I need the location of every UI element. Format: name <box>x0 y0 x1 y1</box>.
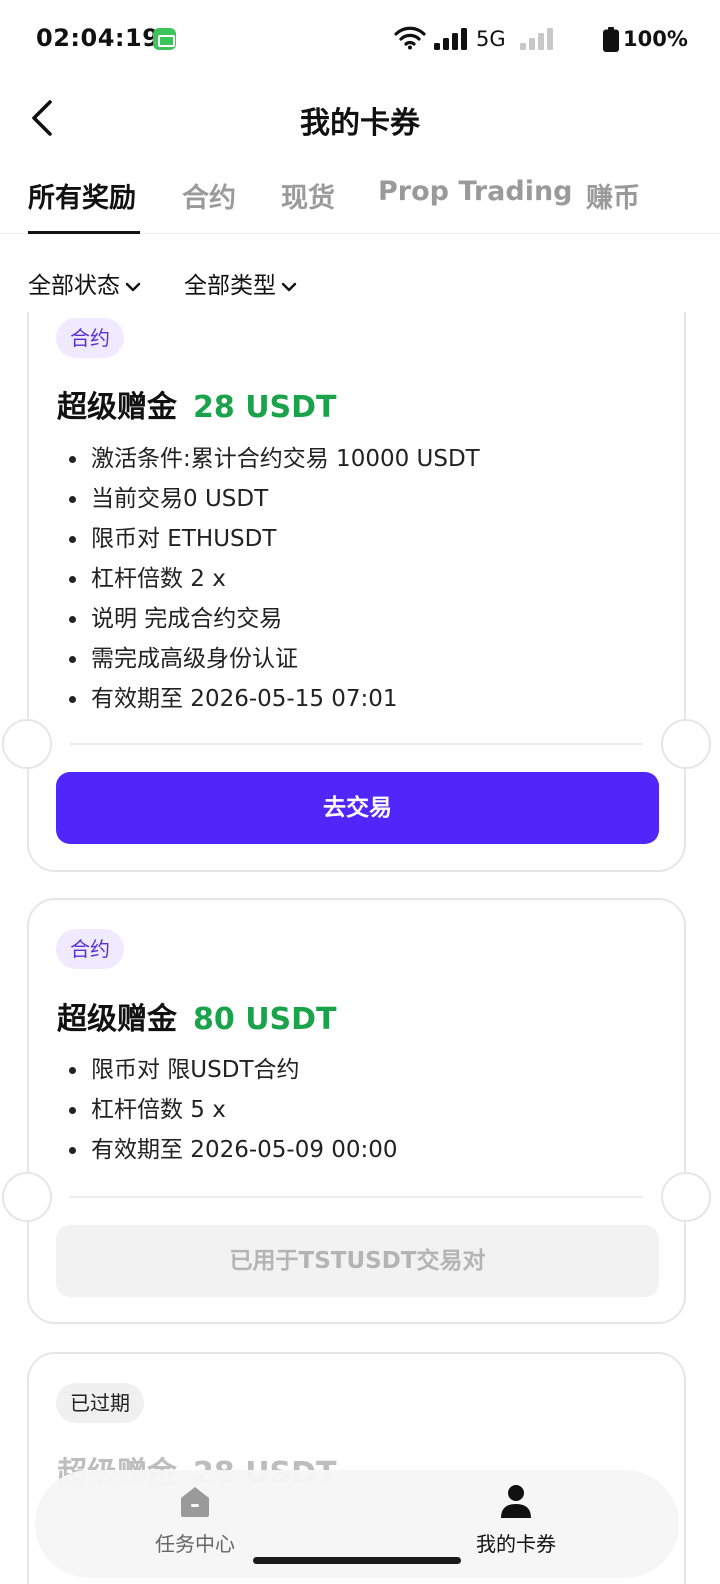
ticket-notch <box>661 1172 711 1222</box>
coupon-amount: 80 USDT <box>193 1002 337 1037</box>
chevron-down-icon <box>281 282 297 291</box>
used-status-button: 已用于TSTUSDT交易对 <box>56 1225 659 1297</box>
cellular-signal-icon <box>434 28 467 50</box>
app-indicator-icon <box>153 28 176 50</box>
ticket-notch <box>2 1172 52 1222</box>
coupon-conditions: 限币对 限USDT合约 杠杆倍数 5 x 有效期至 2026-05-09 00:… <box>67 1050 398 1170</box>
status-bar: 02:04:19 5G 100% <box>0 0 720 80</box>
condition-item: 有效期至 2026-05-15 07:01 <box>67 679 480 719</box>
secondary-signal-icon <box>520 28 553 50</box>
coupon-card: 合约 超级赠金 80 USDT 限币对 限USDT合约 杠杆倍数 5 x 有效期至… <box>2 898 711 1324</box>
card-divider <box>70 1196 643 1198</box>
condition-item: 需完成高级身份认证 <box>67 639 480 679</box>
condition-item: 杠杆倍数 5 x <box>67 1090 398 1130</box>
condition-item: 说明 完成合约交易 <box>67 599 480 639</box>
coupon-tag: 合约 <box>56 929 124 969</box>
condition-item: 激活条件:累计合约交易 10000 USDT <box>67 439 480 479</box>
card-divider <box>70 743 643 745</box>
tab-prop-trading[interactable]: Prop Trading <box>378 176 573 207</box>
ticket-notch <box>2 719 52 769</box>
status-filter-label: 全部状态 <box>28 273 120 299</box>
person-icon <box>501 1485 531 1518</box>
home-icon <box>181 1487 209 1517</box>
tab-contract[interactable]: 合约 <box>182 176 236 215</box>
expired-tag: 已过期 <box>56 1383 144 1423</box>
home-indicator <box>253 1557 461 1564</box>
condition-item: 限币对 限USDT合约 <box>67 1050 398 1090</box>
tab-all-rewards[interactable]: 所有奖励 <box>28 176 136 215</box>
coupon-title: 超级赠金 80 USDT <box>57 994 337 1038</box>
condition-item: 限币对 ETHUSDT <box>67 519 480 559</box>
status-filter[interactable]: 全部状态 <box>28 266 142 300</box>
condition-item: 杠杆倍数 2 x <box>67 559 480 599</box>
ticket-notch <box>661 719 711 769</box>
chevron-down-icon <box>125 282 141 291</box>
nav-my-coupons[interactable]: 我的卡券 <box>416 1482 616 1557</box>
filter-bar: 全部状态 全部类型 <box>0 252 720 312</box>
page-title: 我的卡券 <box>300 106 420 141</box>
type-filter[interactable]: 全部类型 <box>184 266 298 300</box>
battery-percent: 100% <box>623 27 688 51</box>
tab-spot[interactable]: 现货 <box>281 176 335 215</box>
battery-icon <box>603 27 619 52</box>
go-trade-button[interactable]: 去交易 <box>56 772 659 844</box>
reward-tabs: 所有奖励 合约 现货 Prop Trading 赚币 <box>0 160 720 234</box>
coupon-tag: 合约 <box>56 318 124 358</box>
wifi-icon <box>394 26 426 50</box>
status-time: 02:04:19 <box>36 24 160 52</box>
coupon-card: 合约 超级赠金 28 USDT 激活条件:累计合约交易 10000 USDT 当前… <box>2 262 711 872</box>
coupon-name: 超级赠金 <box>57 1002 177 1037</box>
condition-item: 有效期至 2026-05-09 00:00 <box>67 1130 398 1170</box>
nav-label: 我的卡券 <box>476 1532 556 1556</box>
type-filter-label: 全部类型 <box>184 273 276 299</box>
coupons-page: 02:04:19 5G 100% 我的卡券 所有奖励 合约 现货 Prop Tr… <box>0 0 720 1584</box>
condition-item: 当前交易0 USDT <box>67 479 480 519</box>
active-tab-indicator <box>28 231 140 234</box>
network-type: 5G <box>476 27 506 51</box>
nav-label: 任务中心 <box>155 1532 235 1556</box>
coupon-conditions: 激活条件:累计合约交易 10000 USDT 当前交易0 USDT 限币对 ET… <box>67 439 480 719</box>
coupon-title: 超级赠金 28 USDT <box>57 382 337 426</box>
nav-task-center[interactable]: 任务中心 <box>95 1482 295 1557</box>
coupon-amount: 28 USDT <box>193 390 337 425</box>
coupon-name: 超级赠金 <box>57 390 177 425</box>
tab-earn[interactable]: 赚币 <box>586 176 640 215</box>
